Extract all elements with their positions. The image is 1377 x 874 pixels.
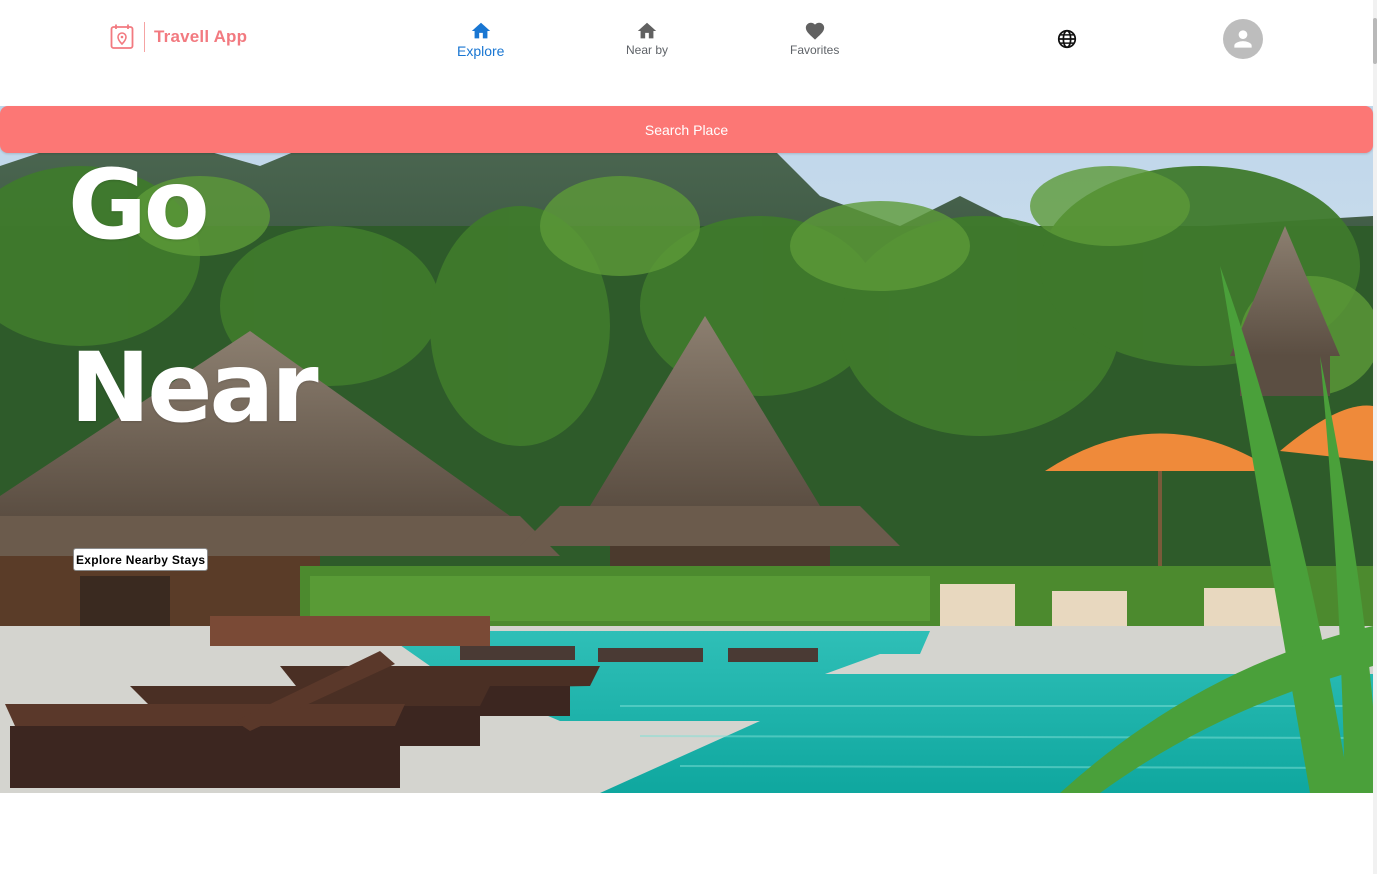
home-icon: [637, 22, 657, 39]
brand-name: Travell App: [154, 27, 248, 46]
hero-title-line-1: Go: [68, 149, 210, 261]
nav-explore[interactable]: Explore: [457, 20, 504, 59]
nav-near-by[interactable]: Near by: [626, 20, 668, 57]
home-icon: [471, 22, 490, 39]
nav-favorites[interactable]: Favorites: [790, 20, 839, 57]
top-app-bar: Travell App Explore Near by Favorites: [0, 0, 1373, 106]
hero-banner: Go Near Explore Nearby Stays: [0, 106, 1373, 793]
scrollbar[interactable]: [1373, 0, 1377, 874]
hero-title-line-2: Near: [70, 332, 319, 444]
nav-label: Near by: [626, 43, 669, 57]
nav-label: Explore: [457, 43, 505, 59]
avatar[interactable]: [1223, 19, 1263, 59]
globe-icon[interactable]: [1056, 28, 1078, 50]
calendar-pin-icon: [110, 24, 134, 49]
brand-divider: [144, 22, 145, 52]
page: Travell App Explore Near by Favorites Go…: [0, 0, 1377, 874]
search-place-button[interactable]: Search Place: [0, 106, 1373, 153]
explore-nearby-stays-button[interactable]: Explore Nearby Stays: [73, 548, 209, 571]
nav-label: Favorites: [790, 43, 840, 57]
scrollbar-thumb[interactable]: [1373, 18, 1377, 64]
heart-icon: [805, 22, 824, 40]
person-icon: [1234, 30, 1252, 48]
brand-logo[interactable]: Travell App: [110, 22, 247, 52]
